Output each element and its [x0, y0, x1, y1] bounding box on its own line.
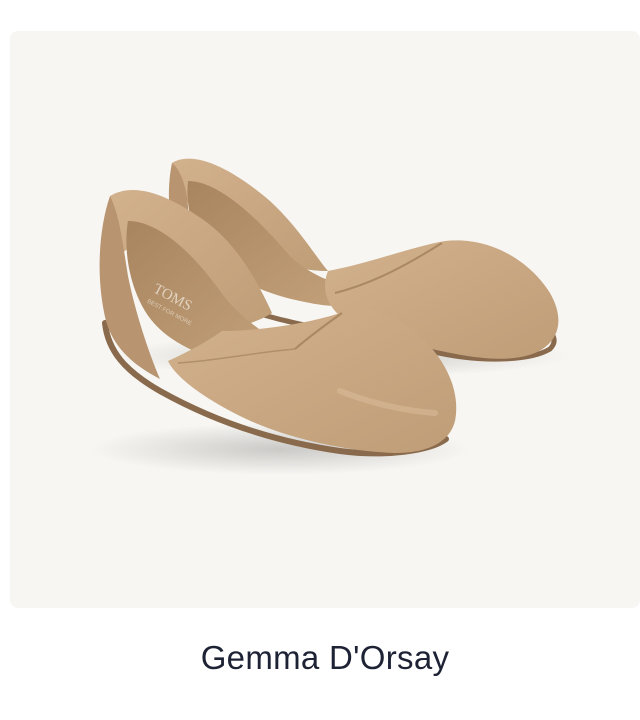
product-image[interactable]: TOMS BEST FOR MORE — [10, 31, 640, 608]
shoe-pair-image: TOMS BEST FOR MORE — [90, 158, 570, 475]
product-name[interactable]: Gemma D'Orsay — [0, 636, 640, 680]
product-card[interactable]: TOMS BEST FOR MORE Gemma D'Orsay — [0, 0, 640, 720]
